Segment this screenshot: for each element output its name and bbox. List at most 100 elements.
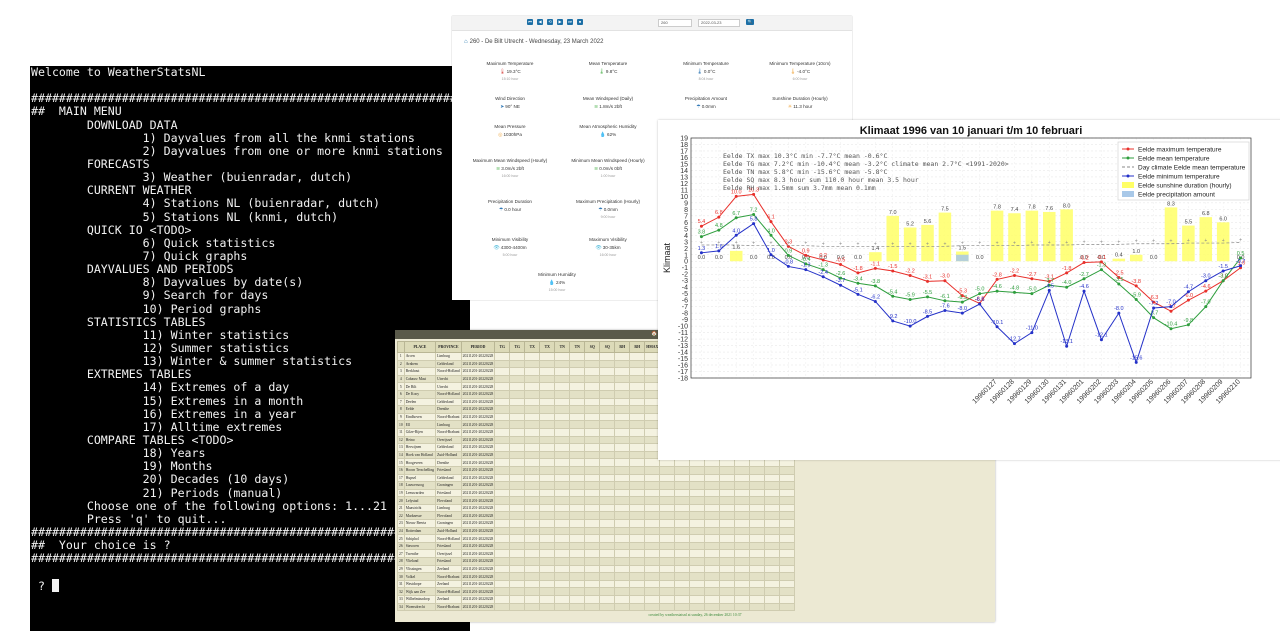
column-header[interactable]: RH <box>629 341 646 353</box>
column-header[interactable]: PLACE <box>403 341 437 353</box>
value-cell <box>749 526 766 536</box>
date-input[interactable]: 2022-03-23 <box>698 19 740 27</box>
stop-button[interactable]: ⏹ <box>577 19 583 25</box>
place-cell[interactable]: Stavoren <box>403 541 437 551</box>
column-header[interactable]: TN <box>569 341 586 353</box>
place-cell[interactable]: Westdorpe <box>403 579 437 589</box>
first-day-button[interactable]: ⏮ <box>527 19 533 25</box>
place-cell[interactable]: Nieuw Beerta <box>403 519 437 528</box>
place-cell[interactable]: Berkhout <box>403 367 437 376</box>
data-label: -9.8 <box>1184 318 1193 324</box>
place-cell[interactable]: Vlieland <box>403 557 437 566</box>
place-cell[interactable]: Twenthe <box>403 549 437 559</box>
column-header[interactable]: SQ <box>599 341 616 353</box>
search-button[interactable]: 🔍 <box>746 19 754 25</box>
data-label: -3.8 <box>1131 279 1140 285</box>
value-cell <box>524 458 541 467</box>
place-cell[interactable]: Volkel <box>403 572 437 581</box>
climate-marker: + <box>1065 240 1068 246</box>
place-cell[interactable]: Arcen <box>403 352 437 361</box>
place-cell[interactable]: Rotterdam <box>403 526 437 536</box>
place-cell[interactable]: Hoek van Holland <box>403 450 437 460</box>
y-tick-label: -18 <box>678 376 688 383</box>
value-cell <box>524 374 541 384</box>
data-label: -0.2 <box>1079 256 1088 262</box>
value-cell <box>554 374 571 384</box>
place-cell[interactable]: De Bilt <box>403 382 437 391</box>
home-icon[interactable]: ⌂ <box>464 39 468 45</box>
value-cell <box>629 496 646 505</box>
column-header[interactable]: TN <box>554 341 571 353</box>
place-cell[interactable]: Deelen <box>403 397 437 407</box>
place-cell[interactable]: Leeuwarden <box>403 488 437 498</box>
value-cell <box>614 579 631 589</box>
value-cell <box>629 443 646 452</box>
value-cell <box>569 405 586 414</box>
place-cell[interactable]: Wijk aan Zee <box>403 587 437 596</box>
value-cell <box>569 420 586 429</box>
value-cell <box>524 526 541 536</box>
value-cell <box>569 412 586 422</box>
province-cell: Gelderland <box>435 473 462 483</box>
value-cell <box>689 465 706 475</box>
place-cell[interactable]: Eelde <box>403 405 437 414</box>
climate-marker: + <box>822 241 825 247</box>
column-header[interactable]: TX <box>539 341 556 353</box>
refresh-button[interactable]: ⟲ <box>547 19 553 25</box>
place-cell[interactable]: Schiphol <box>403 534 437 543</box>
value-cell <box>554 541 571 551</box>
stat-card: Minimum Mean Windspeed (Hourly) ≋0.0m/s 0… <box>560 158 656 178</box>
column-header[interactable]: SQ <box>584 341 601 353</box>
data-label: -13.1 <box>1060 339 1073 345</box>
place-cell[interactable]: Marknesse <box>403 511 437 521</box>
y-tick-label: 16 <box>680 155 688 162</box>
place-cell[interactable]: Cabauw Mast <box>403 374 437 384</box>
stat-card: Mean Windspeed (Daily) ≋1.8m/s 2bft <box>560 96 656 110</box>
y-tick-label: 4 <box>684 233 688 240</box>
column-header[interactable]: PERIOD <box>460 341 496 353</box>
column-header[interactable]: TG <box>494 341 511 353</box>
stat-value: 🌡19.3°C <box>462 69 558 75</box>
place-cell[interactable]: Hoogeveen <box>403 458 437 467</box>
last-day-button[interactable]: ⏭ <box>567 19 573 25</box>
place-cell[interactable]: Hoorn Terschelling <box>403 465 437 475</box>
column-header[interactable] <box>397 341 405 353</box>
column-header[interactable]: TX <box>524 341 541 353</box>
value-cell <box>764 511 781 521</box>
value-cell <box>779 526 796 536</box>
place-cell[interactable]: Maastricht <box>403 503 437 513</box>
y-tick-label: -3 <box>682 278 688 285</box>
station-select[interactable]: 260 <box>658 19 692 27</box>
place-cell[interactable]: De Kooy <box>403 389 437 399</box>
place-cell[interactable]: Vlissingen <box>403 564 437 574</box>
climate-marker: + <box>943 241 946 247</box>
place-cell[interactable]: Heino <box>403 435 437 445</box>
value-cell <box>689 541 706 551</box>
value-cell <box>704 602 721 612</box>
value-cell <box>659 549 676 559</box>
place-cell[interactable]: Lelystad <box>403 496 437 505</box>
column-header[interactable]: PROVINCE <box>435 341 462 353</box>
column-header[interactable]: TG <box>509 341 526 353</box>
place-cell[interactable]: Hupsel <box>403 473 437 483</box>
place-cell[interactable]: Arnhem <box>403 359 437 369</box>
place-cell[interactable]: Herwijnen <box>403 443 437 452</box>
value-cell <box>524 405 541 414</box>
previous-day-button[interactable]: ◀ <box>537 19 543 25</box>
next-day-button[interactable]: ▶ <box>557 19 563 25</box>
place-cell[interactable]: Ell <box>403 420 437 429</box>
value-cell <box>689 496 706 505</box>
place-cell[interactable]: Eindhoven <box>403 412 437 422</box>
value-cell <box>764 595 781 604</box>
place-cell[interactable]: Wilhelminadorp <box>403 595 437 604</box>
place-cell[interactable]: Gilze-Rijen <box>403 427 437 437</box>
value-cell <box>614 503 631 513</box>
place-cell[interactable]: Lauwersoog <box>403 481 437 490</box>
value-cell <box>704 595 721 604</box>
column-header[interactable]: RH <box>614 341 631 353</box>
climate-marker: + <box>787 241 790 247</box>
legend-label: Eelde maximum temperature <box>1138 147 1222 154</box>
place-cell[interactable]: Woensdrecht <box>403 602 437 612</box>
value-cell <box>569 352 586 361</box>
value-cell <box>719 526 736 536</box>
